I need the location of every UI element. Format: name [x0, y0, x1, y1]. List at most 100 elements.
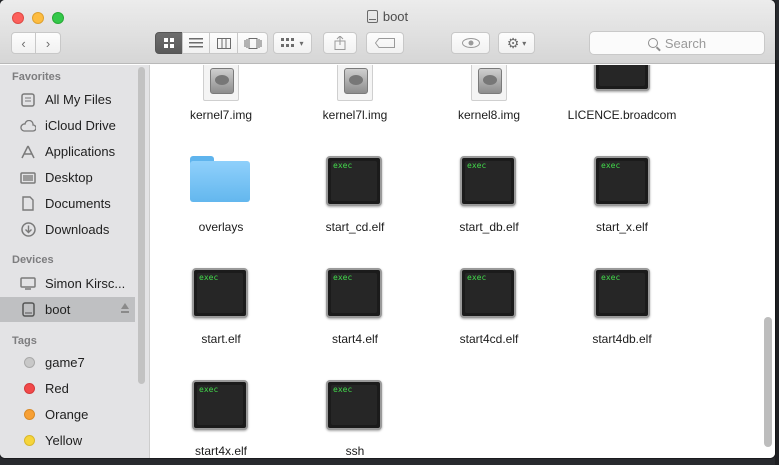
- exec-icon[interactable]: exec: [460, 268, 516, 318]
- icon-view-button[interactable]: [155, 32, 183, 54]
- window-title: boot: [0, 9, 775, 24]
- action-button[interactable]: ⚙ ▾: [498, 32, 535, 54]
- sidebar-item-icloud-drive[interactable]: iCloud Drive: [0, 113, 135, 138]
- file-name: start4db.elf: [592, 332, 652, 346]
- arrange-button[interactable]: ▾: [273, 32, 312, 54]
- window-title-text: boot: [382, 9, 409, 24]
- file-name: start.elf: [201, 332, 241, 346]
- disk-image-icon[interactable]: [203, 65, 239, 101]
- sidebar-item-label: Desktop: [45, 170, 93, 185]
- chevron-left-icon: ‹: [21, 35, 26, 51]
- forward-button[interactable]: ›: [35, 32, 61, 54]
- column-view-button[interactable]: [209, 32, 238, 54]
- drive-icon: [366, 10, 378, 23]
- exec-icon[interactable]: exec: [326, 156, 382, 206]
- chevron-right-icon: ›: [45, 35, 51, 51]
- list-icon: [189, 38, 203, 48]
- arrange-grid-icon: [281, 38, 295, 47]
- applications-icon: [19, 143, 37, 161]
- tags-header: Tags: [12, 335, 37, 347]
- exec-icon[interactable]: exec: [594, 156, 650, 206]
- file-name: LICENCE.broadcom: [567, 108, 677, 122]
- eye-icon: [461, 38, 480, 48]
- disk-image-icon[interactable]: [471, 65, 507, 101]
- favorites-header: Favorites: [12, 71, 61, 83]
- exec-badge: exec: [199, 273, 219, 282]
- sidebar-item-applications[interactable]: Applications: [0, 139, 135, 164]
- exec-icon[interactable]: [594, 65, 650, 91]
- file-name: ssh: [345, 444, 365, 458]
- sidebar-item-desktop[interactable]: Desktop: [0, 165, 135, 190]
- sidebar-item-label: All My Files: [45, 92, 112, 107]
- chevron-down-icon: ▾: [522, 38, 527, 48]
- exec-icon[interactable]: exec: [192, 268, 248, 318]
- exec-badge: exec: [333, 273, 353, 282]
- file-name: start4cd.elf: [459, 332, 519, 346]
- finder-window: boot ‹ › ▾ ⚙ ▾ Search Favorites All My F…: [0, 0, 775, 458]
- tags-button[interactable]: [366, 32, 404, 54]
- folder-icon[interactable]: [190, 156, 250, 202]
- sidebar-item-label: Red: [45, 381, 69, 396]
- all-files-icon: [19, 91, 37, 109]
- documents-icon: [19, 195, 37, 213]
- share-button[interactable]: [323, 32, 357, 54]
- file-name: overlays: [198, 220, 244, 234]
- back-button[interactable]: ‹: [11, 32, 36, 54]
- exec-icon[interactable]: exec: [326, 268, 382, 318]
- exec-badge: exec: [467, 161, 487, 170]
- exec-icon[interactable]: exec: [326, 380, 382, 430]
- sidebar-item-downloads[interactable]: Downloads: [0, 217, 135, 242]
- sidebar-item-boot[interactable]: boot: [0, 297, 135, 322]
- exec-badge: exec: [601, 273, 621, 282]
- quick-look-button[interactable]: [451, 32, 490, 54]
- list-view-button[interactable]: [182, 32, 210, 54]
- file-name: start_db.elf: [459, 220, 519, 234]
- disk-image-icon[interactable]: [337, 65, 373, 101]
- file-name: start_x.elf: [595, 220, 649, 234]
- sidebar-item-label: Applications: [45, 144, 116, 159]
- downloads-icon: [19, 221, 37, 239]
- sidebar-tag-game7[interactable]: game7: [0, 350, 135, 375]
- cover-flow-icon: [244, 37, 261, 49]
- search-icon: [647, 38, 658, 48]
- sidebar-item-documents[interactable]: Documents: [0, 191, 135, 216]
- exec-icon[interactable]: exec: [192, 380, 248, 430]
- columns-icon: [216, 37, 231, 49]
- sidebar-item-computer[interactable]: Simon Kirsc...: [0, 271, 135, 296]
- search-input[interactable]: Search: [589, 31, 765, 55]
- exec-icon[interactable]: exec: [594, 268, 650, 318]
- file-grid: kernel7.img kernel7l.img kernel8.img LIC…: [151, 65, 775, 458]
- sidebar-item-label: game7: [45, 355, 85, 370]
- sidebar-scrollbar[interactable]: [138, 67, 145, 384]
- exec-badge: exec: [333, 385, 353, 394]
- exec-badge: exec: [467, 273, 487, 282]
- sidebar-item-label: boot: [45, 302, 71, 317]
- drive-icon: [19, 301, 37, 319]
- tag-icon: [375, 38, 395, 48]
- sidebar: Favorites All My Files iCloud Drive Appl…: [0, 65, 150, 458]
- file-name: start_cd.elf: [325, 220, 385, 234]
- sidebar-item-all-my-files[interactable]: All My Files: [0, 87, 135, 112]
- cover-flow-button[interactable]: [237, 32, 268, 54]
- file-name: start4x.elf: [194, 444, 248, 458]
- file-name: kernel8.img: [457, 108, 521, 122]
- sidebar-item-label: iCloud Drive: [45, 118, 116, 133]
- chevron-down-icon: ▾: [299, 38, 304, 48]
- sidebar-item-label: Downloads: [45, 222, 110, 237]
- sidebar-tag-orange[interactable]: Orange: [0, 402, 135, 427]
- desktop-icon: [19, 169, 37, 187]
- exec-icon[interactable]: exec: [460, 156, 516, 206]
- content-scrollbar[interactable]: [764, 317, 772, 447]
- background-editor-edge: [775, 60, 779, 465]
- share-icon: [334, 36, 346, 50]
- sidebar-tag-red[interactable]: Red: [0, 376, 135, 401]
- tag-color-dot: [24, 357, 35, 368]
- sidebar-item-label: Simon Kirsc...: [45, 276, 126, 291]
- file-name: kernel7.img: [189, 108, 253, 122]
- cloud-icon: [19, 117, 37, 135]
- eject-icon[interactable]: [121, 303, 129, 313]
- sidebar-tag-yellow[interactable]: Yellow: [0, 428, 135, 453]
- gear-icon: ⚙: [506, 34, 520, 51]
- sidebar-item-label: Documents: [45, 196, 111, 211]
- tag-color-dot: [24, 435, 35, 446]
